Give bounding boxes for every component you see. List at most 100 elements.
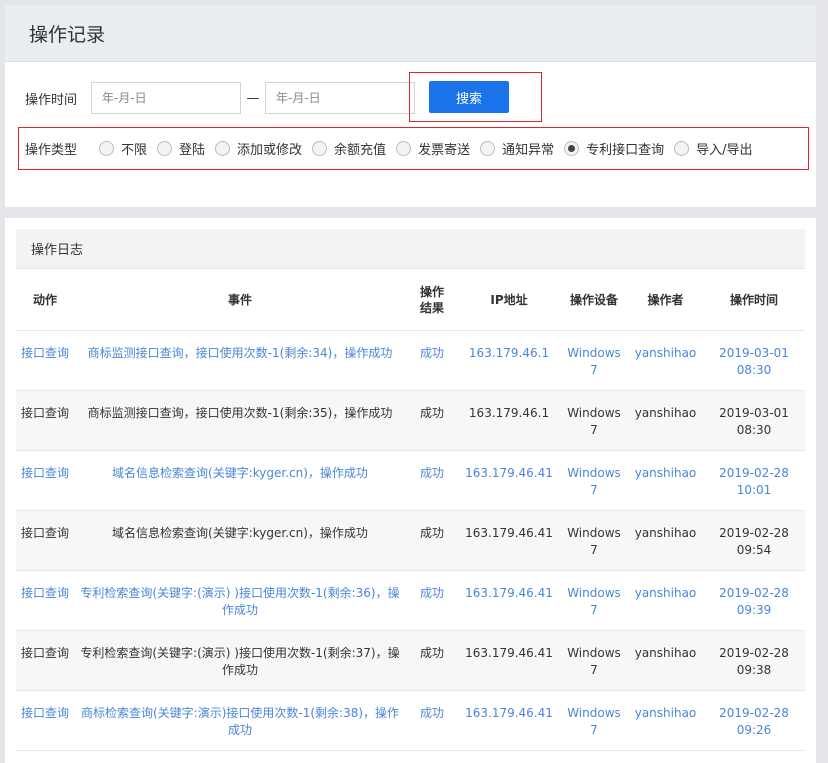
cell-action: 接口查询	[16, 510, 74, 571]
cell-event[interactable]: 域名信息检索查询(关键字:kyger.cn)，操作成功	[74, 450, 406, 511]
type-label: 操作类型	[25, 142, 78, 158]
type-radio-1[interactable]: 登陆	[157, 139, 205, 158]
table-row: 接口查询 商标监测接口查询，接口使用次数-1(剩余:34)，操作成功 成功 163.1…	[16, 330, 805, 391]
col-ip: IP地址	[458, 270, 560, 331]
time-label: 操作时间	[25, 92, 78, 108]
cell-ip: 163.179.46.1	[458, 390, 560, 451]
radio-circle-icon[interactable]	[396, 140, 412, 156]
cell-ip: 163.179.46.41	[458, 510, 560, 571]
type-radio-label: 登陆	[179, 142, 206, 158]
log-header: 操作日志	[16, 229, 805, 269]
cell-result: 成功	[406, 630, 458, 691]
cell-action[interactable]: 接口查询	[16, 330, 74, 391]
cell-device[interactable]: Windows 7	[560, 690, 628, 751]
radio-circle-icon[interactable]	[480, 140, 496, 156]
cell-ip[interactable]: 163.179.46.41	[458, 450, 560, 511]
type-radio-2[interactable]: 添加或修改	[215, 139, 302, 158]
col-action: 动作	[16, 270, 74, 331]
col-user: 操作者	[628, 270, 703, 331]
cell-ip: 163.179.46.41	[458, 630, 560, 691]
cell-device[interactable]: Windows 7	[560, 570, 628, 631]
log-panel: 操作日志 动作 事件 操作结果 IP地址 操作设备 操作者 操作时间 接口查询商…	[5, 218, 816, 763]
type-radio-group: 不限 登陆 添加或修改 余额充值 发票寄送 通知异常 专利接口查询 导入/导出	[99, 139, 763, 158]
type-radio-0[interactable]: 不限	[99, 139, 147, 158]
cell-action[interactable]: 接口查询	[16, 570, 74, 631]
type-radio-label: 发票寄送	[418, 142, 471, 158]
col-result: 操作结果	[406, 270, 458, 331]
cell-event: 专利检索查询(关键字:(演示) )接口使用次数-1(剩余:37)，操作成功	[74, 630, 406, 691]
type-radio-3[interactable]: 余额充值	[312, 139, 386, 158]
radio-circle-icon[interactable]	[564, 140, 580, 156]
cell-result[interactable]: 成功	[406, 450, 458, 511]
cell-time: 2019-03-01 08:30	[703, 390, 805, 451]
cell-event[interactable]: 商标检索查询(关键字:演示)接口使用次数-1(剩余:38)，操作成功	[74, 690, 406, 751]
cell-time: 2019-02-28 09:38	[703, 630, 805, 691]
cell-ip[interactable]: 163.179.46.1	[458, 330, 560, 391]
cell-ip[interactable]: 163.179.46.41	[458, 570, 560, 631]
table-row: 接口查询 域名信息检索查询(关键字:kyger.cn)，操作成功 成功 163.179…	[16, 450, 805, 511]
log-table-body: 接口查询 商标监测接口查询，接口使用次数-1(剩余:34)，操作成功 成功 163.1…	[16, 330, 805, 751]
cell-device: Windows 7	[560, 630, 628, 691]
page-title: 操作记录	[29, 23, 106, 46]
end-date-input[interactable]	[265, 82, 415, 114]
col-time: 操作时间	[703, 270, 805, 331]
cell-action: 接口查询	[16, 390, 74, 451]
type-radio-7[interactable]: 导入/导出	[674, 139, 753, 158]
type-radio-5[interactable]: 通知异常	[480, 139, 554, 158]
cell-user[interactable]: yanshihao	[628, 330, 703, 391]
col-event: 事件	[74, 270, 406, 331]
radio-circle-icon[interactable]	[312, 140, 328, 156]
type-filter-row: 操作类型 不限 登陆 添加或修改 余额充值 发票寄送 通知异常 专利接口查询 导入/导出	[5, 133, 816, 163]
cell-user[interactable]: yanshihao	[628, 570, 703, 631]
type-radio-label: 不限	[121, 142, 148, 158]
table-row: 接口查询 专利检索查询(关键字:(演示) )接口使用次数-1(剩余:36)，操作成…	[16, 570, 805, 631]
type-radio-label: 导入/导出	[696, 142, 753, 158]
log-table-header: 动作 事件 操作结果 IP地址 操作设备 操作者 操作时间	[16, 270, 805, 331]
cell-user[interactable]: yanshihao	[628, 450, 703, 511]
table-row: 接口查询 商标检索查询(关键字:演示)接口使用次数-1(剩余:38)，操作成功 成功…	[16, 690, 805, 751]
cell-event[interactable]: 专利检索查询(关键字:(演示) )接口使用次数-1(剩余:36)，操作成功	[74, 570, 406, 631]
radio-circle-icon[interactable]	[157, 140, 173, 156]
cell-time[interactable]: 2019-02-28 09:39	[703, 570, 805, 631]
cell-result[interactable]: 成功	[406, 690, 458, 751]
cell-event[interactable]: 商标监测接口查询，接口使用次数-1(剩余:34)，操作成功	[74, 330, 406, 391]
filter-panel: 操作记录 操作时间 — 搜索 操作类型 不限 登陆 添加或修改 余额充值 发票寄送 通知异…	[5, 5, 816, 207]
cell-result[interactable]: 成功	[406, 330, 458, 391]
col-device: 操作设备	[560, 270, 628, 331]
cell-device[interactable]: Windows 7	[560, 330, 628, 391]
cell-device: Windows 7	[560, 510, 628, 571]
date-range-dash: —	[246, 90, 260, 106]
type-radio-4[interactable]: 发票寄送	[396, 139, 470, 158]
cell-device: Windows 7	[560, 390, 628, 451]
cell-event: 商标监测接口查询，接口使用次数-1(剩余:35)，操作成功	[74, 390, 406, 451]
cell-time[interactable]: 2019-03-01 08:30	[703, 330, 805, 391]
radio-circle-icon[interactable]	[215, 140, 231, 156]
type-radio-label: 余额充值	[334, 142, 387, 158]
search-button[interactable]: 搜索	[429, 81, 509, 113]
log-title: 操作日志	[31, 243, 84, 258]
cell-device[interactable]: Windows 7	[560, 450, 628, 511]
cell-ip[interactable]: 163.179.46.41	[458, 690, 560, 751]
cell-user: yanshihao	[628, 630, 703, 691]
type-radio-6[interactable]: 专利接口查询	[564, 139, 664, 158]
table-row: 接口查询 商标监测接口查询，接口使用次数-1(剩余:35)，操作成功 成功 163.1…	[16, 390, 805, 451]
radio-circle-icon[interactable]	[674, 140, 690, 156]
cell-time[interactable]: 2019-02-28 10:01	[703, 450, 805, 511]
type-radio-label: 添加或修改	[237, 142, 303, 158]
start-date-input[interactable]	[91, 82, 241, 114]
radio-circle-icon[interactable]	[99, 140, 114, 156]
cell-user: yanshihao	[628, 510, 703, 571]
cell-event: 域名信息检索查询(关键字:kyger.cn)，操作成功	[74, 510, 406, 571]
type-radio-label: 通知异常	[502, 142, 555, 158]
cell-action[interactable]: 接口查询	[16, 450, 74, 511]
cell-result[interactable]: 成功	[406, 570, 458, 631]
page-title-bar: 操作记录	[5, 5, 816, 62]
table-row: 接口查询 域名信息检索查询(关键字:kyger.cn)，操作成功 成功 163.179…	[16, 510, 805, 571]
cell-time[interactable]: 2019-02-28 09:26	[703, 690, 805, 751]
cell-user: yanshihao	[628, 390, 703, 451]
cell-action[interactable]: 接口查询	[16, 690, 74, 751]
table-row: 接口查询 专利检索查询(关键字:(演示) )接口使用次数-1(剩余:37)，操作成…	[16, 630, 805, 691]
type-radio-label: 专利接口查询	[586, 142, 665, 158]
cell-user[interactable]: yanshihao	[628, 690, 703, 751]
cell-action: 接口查询	[16, 630, 74, 691]
